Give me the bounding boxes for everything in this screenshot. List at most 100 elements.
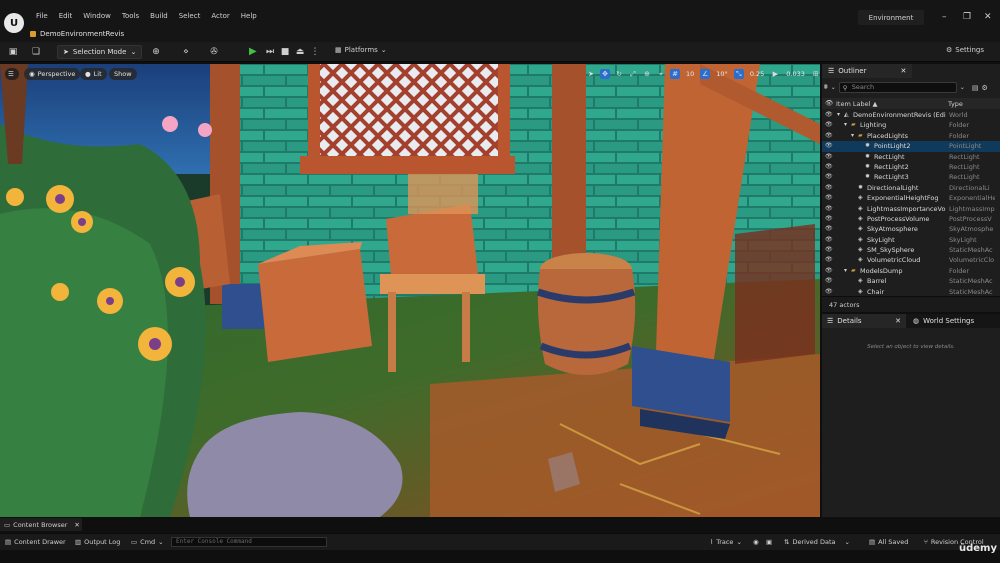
minimize-icon[interactable]: – bbox=[942, 12, 947, 22]
scale-tool-icon[interactable]: ⤢ bbox=[628, 69, 638, 79]
rotate-tool-icon[interactable]: ↻ bbox=[614, 69, 624, 79]
record-icon[interactable]: ◉ bbox=[753, 538, 759, 546]
add-folder-icon[interactable]: ▤ bbox=[972, 84, 979, 92]
outliner-row[interactable]: 👁 ◈ VolumetricCloud VolumetricClo bbox=[822, 255, 1000, 265]
visibility-icon[interactable]: 👁 bbox=[825, 246, 833, 253]
menu-window[interactable]: Window bbox=[83, 12, 119, 20]
trace-button[interactable]: ⌇ Trace ⌄ bbox=[710, 538, 742, 546]
visibility-icon[interactable]: 👁 bbox=[825, 142, 833, 149]
menu-build[interactable]: Build bbox=[150, 12, 176, 20]
close-tab-icon[interactable]: ✕ bbox=[900, 67, 906, 75]
gear-icon[interactable]: ⚙ bbox=[981, 84, 987, 92]
blueprint-icon[interactable]: ⋄ bbox=[180, 46, 192, 58]
close-tab-icon[interactable]: ✕ bbox=[74, 521, 79, 529]
content-browser-tab[interactable]: ▭ Content Browser ✕ bbox=[0, 518, 82, 531]
expand-arrow-icon[interactable]: ▾ bbox=[851, 132, 858, 139]
environment-label[interactable]: Environment bbox=[858, 10, 924, 25]
outliner-row[interactable]: 👁 ✹ RectLight RectLight bbox=[822, 152, 1000, 162]
add-actor-icon[interactable]: ⊕ bbox=[150, 46, 162, 58]
scale-snap-value[interactable]: 0.25 bbox=[748, 70, 766, 78]
visibility-icon[interactable]: 👁 bbox=[825, 99, 833, 107]
visibility-icon[interactable]: 👁 bbox=[825, 205, 833, 212]
outliner-row[interactable]: 👁 ✹ RectLight3 RectLight bbox=[822, 172, 1000, 182]
eject-icon[interactable]: ⏏ bbox=[294, 46, 306, 58]
stop-icon[interactable]: ■ bbox=[279, 46, 291, 58]
outliner-row[interactable]: 👁 ◈ PostProcessVolume PostProcessV bbox=[822, 214, 1000, 224]
derived-data-button[interactable]: ⇅ Derived Data ⌄ bbox=[784, 538, 850, 546]
world-settings-tab[interactable]: ◍ World Settings bbox=[908, 314, 979, 328]
outliner-row[interactable]: 👁 ▾ ▰ ModelsDump Folder bbox=[822, 266, 1000, 276]
project-tab[interactable]: DemoEnvironmentRevis bbox=[30, 27, 124, 40]
expand-arrow-icon[interactable]: ▾ bbox=[837, 111, 844, 118]
all-saved-button[interactable]: ▤ All Saved bbox=[869, 538, 908, 546]
visibility-icon[interactable]: 👁 bbox=[825, 256, 833, 263]
cinematics-icon[interactable]: ✇ bbox=[208, 46, 220, 58]
content-drawer-button[interactable]: ▤ Content Drawer bbox=[5, 538, 66, 546]
level-viewport[interactable]: ☰ ◉ Perspective ● Lit Show ➤ ✥ ↻ ⤢ ⊕ ⌖ #… bbox=[0, 64, 820, 517]
column-item-label[interactable]: Item Label ▲ bbox=[836, 100, 877, 108]
play-icon[interactable]: ▶ bbox=[249, 46, 257, 57]
menu-file[interactable]: File bbox=[36, 12, 56, 20]
outliner-search-input[interactable]: ⚲ Search bbox=[838, 82, 957, 93]
outliner-row[interactable]: 👁 ▾ ◭ DemoEnvironmentRevis (Edit World bbox=[822, 110, 1000, 120]
select-tool-icon[interactable]: ➤ bbox=[586, 69, 596, 79]
unreal-logo-icon[interactable]: U bbox=[4, 13, 24, 33]
perspective-button[interactable]: ◉ Perspective bbox=[24, 68, 81, 80]
visibility-icon[interactable]: 👁 bbox=[825, 153, 833, 160]
close-tab-icon[interactable]: ✕ bbox=[895, 317, 901, 325]
maximize-icon[interactable]: ❐ bbox=[963, 12, 971, 22]
details-tab[interactable]: ☰ Details ✕ bbox=[822, 314, 906, 328]
close-icon[interactable]: ✕ bbox=[984, 12, 992, 22]
show-button[interactable]: Show bbox=[109, 68, 137, 80]
visibility-icon[interactable]: 👁 bbox=[825, 225, 833, 232]
outliner-row[interactable]: 👁 ◈ ExponentialHeightFog ExponentialHe bbox=[822, 193, 1000, 203]
visibility-icon[interactable]: 👁 bbox=[825, 163, 833, 170]
visibility-icon[interactable]: 👁 bbox=[825, 194, 833, 201]
cmd-button[interactable]: ▭ Cmd ⌄ bbox=[131, 538, 164, 546]
outliner-row[interactable]: 👁 ▾ ▰ PlacedLights Folder bbox=[822, 131, 1000, 141]
outliner-row[interactable]: 👁 ✹ DirectionalLight DirectionalLi bbox=[822, 183, 1000, 193]
rotation-snap-value[interactable]: 10° bbox=[714, 70, 730, 78]
more-options-icon[interactable]: ⋮ bbox=[309, 46, 321, 58]
chevron-down-icon[interactable]: ⌄ bbox=[960, 84, 965, 91]
column-type[interactable]: Type bbox=[948, 100, 963, 108]
save-icon[interactable]: ▣ bbox=[7, 46, 19, 58]
viewport-menu-icon[interactable]: ☰ bbox=[5, 68, 19, 80]
step-icon[interactable]: ⏭ bbox=[264, 46, 276, 58]
screenshot-icon[interactable]: ▣ bbox=[766, 538, 772, 546]
chevron-down-icon[interactable]: ⌄ bbox=[831, 84, 836, 91]
visibility-icon[interactable]: 👁 bbox=[825, 132, 833, 139]
outliner-row[interactable]: 👁 ◈ SkyAtmosphere SkyAtmosphe bbox=[822, 224, 1000, 234]
menu-actor[interactable]: Actor bbox=[211, 12, 237, 20]
outliner-row[interactable]: 👁 ◈ Barrel StaticMeshAc bbox=[822, 276, 1000, 286]
lit-button[interactable]: ● Lit bbox=[80, 68, 107, 80]
world-space-icon[interactable]: ⊕ bbox=[642, 69, 652, 79]
output-log-button[interactable]: ▥ Output Log bbox=[75, 538, 120, 546]
visibility-icon[interactable]: 👁 bbox=[825, 184, 833, 191]
filter-icon[interactable]: ⩩ bbox=[824, 83, 828, 92]
outliner-row[interactable]: 👁 ✹ RectLight2 RectLight bbox=[822, 162, 1000, 172]
visibility-icon[interactable]: 👁 bbox=[825, 215, 833, 222]
outliner-row[interactable]: 👁 ▾ ▰ Lighting Folder bbox=[822, 120, 1000, 130]
visibility-icon[interactable]: 👁 bbox=[825, 111, 833, 118]
visibility-icon[interactable]: 👁 bbox=[825, 277, 833, 284]
outliner-row[interactable]: 👁 ◈ SkyLight SkyLight bbox=[822, 235, 1000, 245]
camera-speed-value[interactable]: 0.033 bbox=[784, 70, 807, 78]
expand-arrow-icon[interactable]: ▾ bbox=[844, 121, 851, 128]
grid-snap-value[interactable]: 10 bbox=[684, 70, 696, 78]
settings-button[interactable]: ⚙ Settings bbox=[946, 46, 984, 54]
menu-help[interactable]: Help bbox=[241, 12, 265, 20]
menu-select[interactable]: Select bbox=[179, 12, 209, 20]
selection-mode-button[interactable]: ➤ Selection Mode ⌄ bbox=[57, 45, 143, 59]
maximize-viewport-icon[interactable]: ⊞ bbox=[811, 69, 820, 79]
visibility-icon[interactable]: 👁 bbox=[825, 121, 833, 128]
platforms-button[interactable]: ▦ Platforms ⌄ bbox=[335, 46, 387, 54]
outliner-tab[interactable]: ☰ Outliner ✕ bbox=[822, 64, 913, 78]
menu-edit[interactable]: Edit bbox=[59, 12, 81, 20]
outliner-row[interactable]: 👁 ◈ SM_SkySphere StaticMeshAc bbox=[822, 245, 1000, 255]
visibility-icon[interactable]: 👁 bbox=[825, 173, 833, 180]
outliner-row[interactable]: 👁 ◈ LightmassImportanceVol LightmassImp bbox=[822, 204, 1000, 214]
grid-snap-icon[interactable]: # bbox=[670, 69, 680, 79]
outliner-row[interactable]: 👁 ✹ PointLight2 PointLight bbox=[822, 141, 1000, 152]
surface-snap-icon[interactable]: ⌖ bbox=[656, 69, 666, 79]
